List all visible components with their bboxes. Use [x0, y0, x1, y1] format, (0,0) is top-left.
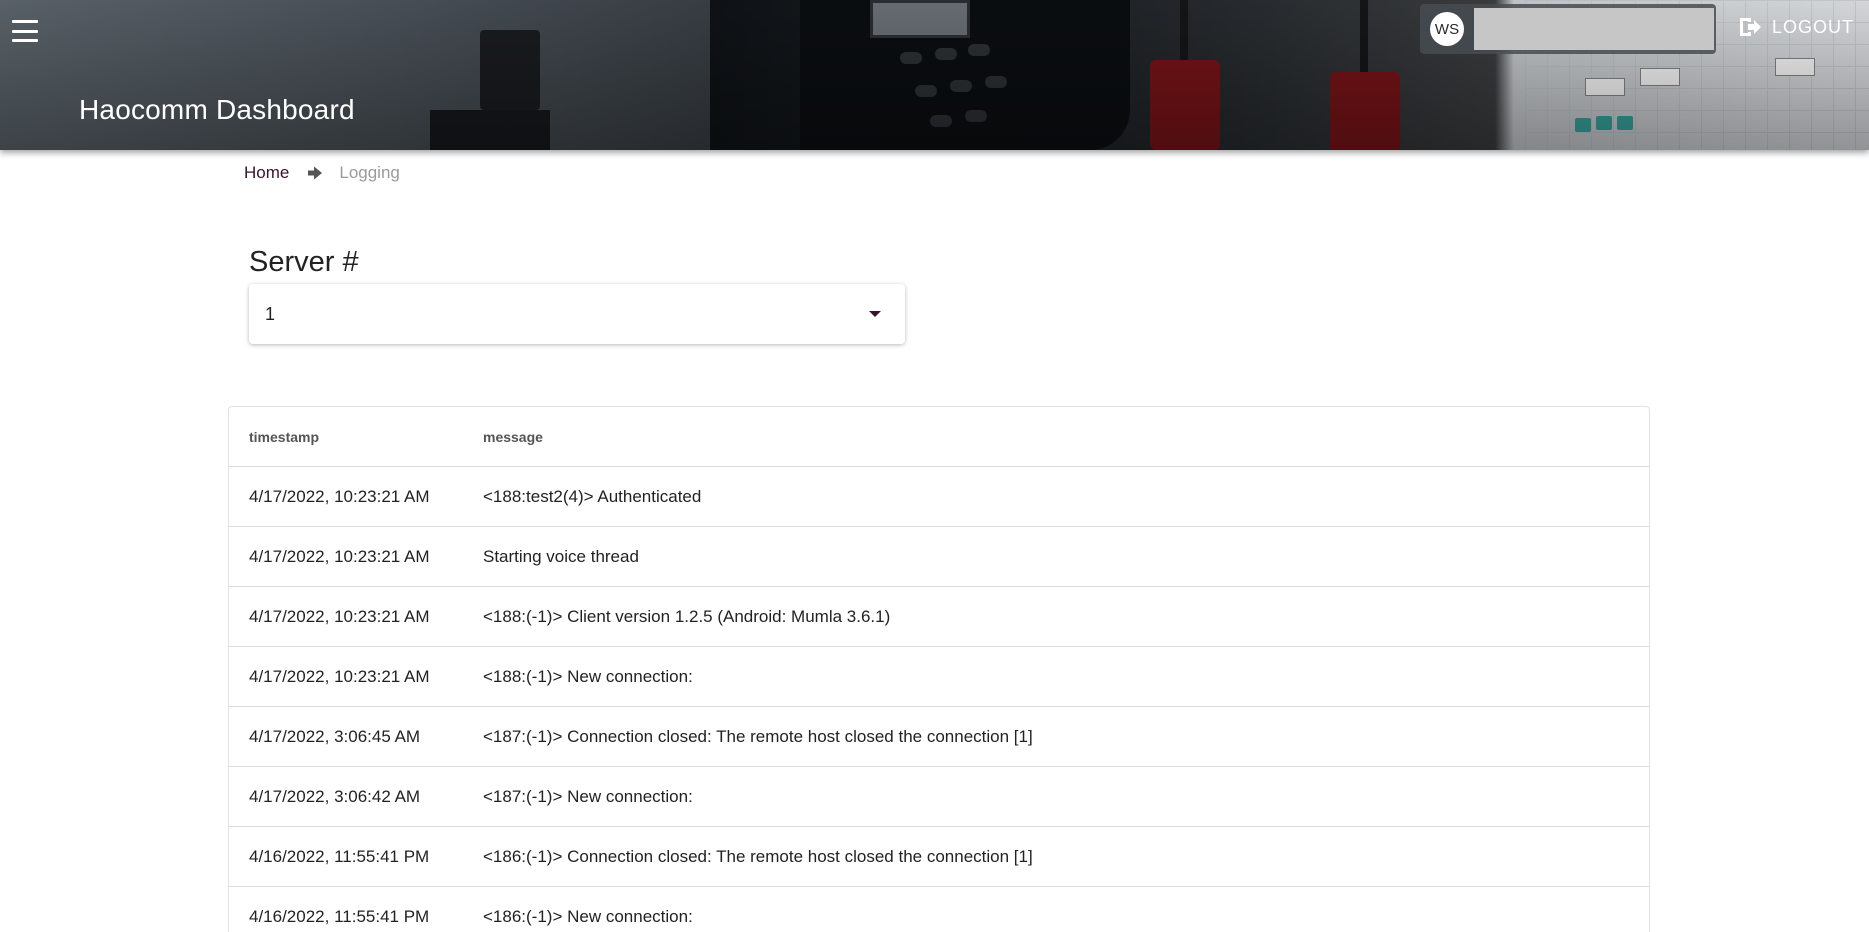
cell-message: <188:(-1)> New connection: [483, 666, 693, 686]
cell-message: <188:test2(4)> Authenticated [483, 486, 702, 506]
server-select-value: 1 [265, 303, 276, 324]
app-header: Haocomm Dashboard WS LOGOUT [0, 0, 1869, 150]
table-row: 4/17/2022, 3:06:45 AM <187:(-1)> Connect… [229, 707, 1649, 767]
logout-label: LOGOUT [1772, 16, 1855, 37]
table-row: 4/17/2022, 10:23:21 AM <188:(-1)> New co… [229, 647, 1649, 707]
cell-message: Starting voice thread [483, 546, 639, 566]
column-header-timestamp[interactable]: timestamp [229, 429, 483, 445]
logout-button[interactable]: LOGOUT [1738, 14, 1854, 40]
arrow-right-icon [308, 166, 323, 180]
cell-message: <187:(-1)> New connection: [483, 786, 693, 806]
cell-timestamp: 4/17/2022, 10:23:21 AM [249, 666, 430, 686]
chevron-down-icon [869, 311, 881, 317]
table-row: 4/17/2022, 3:06:42 AM <187:(-1)> New con… [229, 767, 1649, 827]
cell-message: <188:(-1)> Client version 1.2.5 (Android… [483, 606, 891, 626]
column-header-message[interactable]: message [483, 429, 1649, 445]
table-row: 4/16/2022, 11:55:41 PM <186:(-1)> New co… [229, 887, 1649, 932]
cell-message: <186:(-1)> Connection closed: The remote… [483, 846, 1033, 866]
cell-timestamp: 4/17/2022, 10:23:21 AM [249, 546, 430, 566]
table-row: 4/16/2022, 11:55:41 PM <186:(-1)> Connec… [229, 827, 1649, 887]
user-chip[interactable]: WS [1420, 4, 1716, 54]
cell-timestamp: 4/16/2022, 11:55:41 PM [249, 906, 430, 926]
cell-message: <187:(-1)> Connection closed: The remote… [483, 726, 1033, 746]
table-row: 4/17/2022, 10:23:21 AM <188:(-1)> Client… [229, 587, 1649, 647]
cell-timestamp: 4/17/2022, 10:23:21 AM [249, 606, 430, 626]
app-title: Haocomm Dashboard [79, 94, 355, 125]
breadcrumb-home-link[interactable]: Home [244, 163, 289, 183]
cell-timestamp: 4/17/2022, 10:23:21 AM [249, 486, 430, 506]
avatar: WS [1430, 12, 1464, 46]
logout-icon [1740, 18, 1761, 36]
log-table: timestamp message 4/17/2022, 10:23:21 AM… [228, 406, 1650, 932]
table-row: 4/17/2022, 10:23:21 AM <188:test2(4)> Au… [229, 467, 1649, 527]
hamburger-menu-icon[interactable] [12, 20, 38, 42]
cell-timestamp: 4/16/2022, 11:55:41 PM [249, 846, 430, 866]
table-row: 4/17/2022, 10:23:21 AM Starting voice th… [229, 527, 1649, 587]
user-name-redacted [1474, 8, 1714, 50]
table-header-row: timestamp message [229, 407, 1649, 467]
cell-timestamp: 4/17/2022, 3:06:45 AM [249, 726, 421, 746]
server-select-label: Server # [249, 246, 359, 278]
server-select[interactable]: 1 [249, 284, 905, 344]
breadcrumb: Home Logging [244, 162, 400, 184]
breadcrumb-current: Logging [339, 163, 400, 182]
cell-timestamp: 4/17/2022, 3:06:42 AM [249, 786, 421, 806]
cell-message: <186:(-1)> New connection: [483, 906, 693, 926]
